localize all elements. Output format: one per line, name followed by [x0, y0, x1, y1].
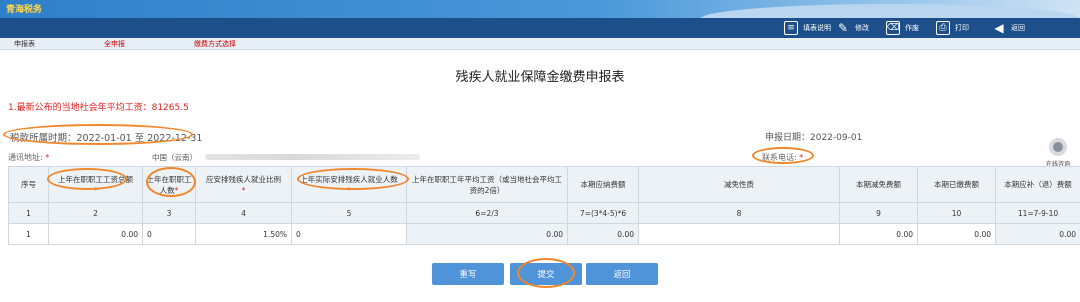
back-arrow-icon: ◀: [994, 21, 1004, 35]
print-label: 打印: [955, 24, 969, 32]
col-header-refund-amount: 本期应补（退）费额: [995, 166, 1080, 203]
site-logo: 青海税务: [6, 5, 43, 15]
row-index-cell: 1: [8, 223, 49, 245]
col-header-avg-wage: 上年在职职工年平均工资（或当地社会平均工资的2倍）: [406, 166, 568, 203]
void-document-icon: ⌫: [886, 21, 900, 35]
salary-notice: 1.最新公布的当地社会年平均工资：81265.5: [8, 103, 189, 113]
staff-count-input[interactable]: 0: [142, 223, 196, 245]
avg-wage-cell: 0.00: [406, 223, 568, 245]
phone-field[interactable]: 联系电话: *: [762, 152, 803, 163]
payable-cell: 0.00: [567, 223, 639, 245]
value-row: 1 0.00 0 1.50% 0 0.00 0.00 0.00 0.00 0.0…: [8, 223, 1080, 245]
table-cell: 9: [839, 202, 918, 224]
col-header-payable: 本期应纳费额: [567, 166, 639, 203]
document-icon: ≡: [784, 21, 798, 35]
total-wage-input[interactable]: 0.00: [48, 223, 143, 245]
col-header-reduction-amount: 本期减免费额: [839, 166, 918, 203]
back-button[interactable]: 返回: [586, 263, 658, 285]
col-header-ratio: 应安排残疾人就业比例 *: [195, 166, 292, 203]
required-mark: *: [799, 153, 804, 162]
online-service[interactable]: 在线咨询: [1043, 138, 1073, 168]
address-label: 通讯地址:: [8, 153, 43, 162]
pencil-icon: ✎: [837, 21, 849, 35]
col-header-index: 序号: [8, 166, 49, 203]
print-button[interactable]: ⎙ 打印: [936, 20, 969, 36]
ratio-input[interactable]: 1.50%: [195, 223, 292, 245]
submit-button[interactable]: 提交: [510, 263, 582, 285]
void-button[interactable]: ⌫ 作废: [886, 20, 919, 36]
headset-icon: [1049, 138, 1067, 156]
table-cell: 6=2/3: [406, 202, 568, 224]
table-cell: 3: [142, 202, 196, 224]
rewrite-button[interactable]: 重写: [432, 263, 504, 285]
table-cell: 2: [48, 202, 143, 224]
col-header-staff-count: 上年在职职工人数*: [142, 166, 196, 203]
top-banner: 青海税务: [0, 0, 1080, 18]
tab-form[interactable]: 申报表: [14, 39, 35, 49]
col-header-disabled-count: 上年实际安排残疾人就业人数 *: [291, 166, 407, 203]
required-mark: *: [45, 153, 50, 162]
refund-amount-cell: 0.00: [995, 223, 1080, 245]
toolbar: ≡ 填表说明 ✎ 修改 ⌫ 作废 ⎙ 打印 ◀ 返回: [0, 18, 1080, 38]
col-header-paid-amount: 本期已缴费额: [917, 166, 996, 203]
tab-payment-method[interactable]: 缴费方式选择: [194, 39, 236, 49]
col-header-reduction-type: 减免性质: [638, 166, 840, 203]
address-value: 中国（云南）: [152, 153, 197, 162]
table-cell: 4: [195, 202, 292, 224]
table-cell: 8: [638, 202, 840, 224]
page-title: 残疾人就业保障金缴费申报表: [455, 70, 625, 85]
declare-date: 申报日期：2022-09-01: [765, 133, 863, 143]
table-cell: 7=(3*4-5)*6: [567, 202, 639, 224]
modify-button[interactable]: ✎ 修改: [836, 20, 869, 36]
back-toolbar-button[interactable]: ◀ 返回: [992, 20, 1025, 36]
banner-decoration: [700, 4, 1080, 18]
fill-guide-button[interactable]: ≡ 填表说明: [784, 20, 831, 36]
void-label: 作废: [905, 24, 919, 32]
table-cell: 5: [291, 202, 407, 224]
reduction-amount-cell[interactable]: 0.00: [839, 223, 918, 245]
header-row: 序号 上年在职职工工资总额 * 上年在职职工人数* 应安排残疾人就业比例 * 上年实…: [8, 166, 1080, 203]
sub-navigation: 申报表 全申报 缴费方式选择: [0, 38, 1080, 50]
printer-icon: ⎙: [936, 21, 950, 35]
disabled-count-input[interactable]: 0: [291, 223, 407, 245]
declaration-table: 序号 上年在职职工工资总额 * 上年在职职工人数* 应安排残疾人就业比例 * 上年实…: [8, 166, 1080, 245]
back-toolbar-label: 返回: [1011, 24, 1025, 32]
reduction-type-select[interactable]: [638, 223, 840, 245]
table-cell: 10: [917, 202, 996, 224]
tax-period: 税款所属时期：2022-01-01 至 2022-12-31: [10, 133, 203, 144]
address-redacted: [205, 154, 420, 160]
phone-label: 联系电话:: [762, 153, 797, 162]
address-field: 通讯地址: *: [8, 152, 49, 163]
table-cell: 11=7-9-10: [995, 202, 1080, 224]
table-cell: 1: [8, 202, 49, 224]
fill-guide-label: 填表说明: [803, 24, 831, 32]
index-row: 1 2 3 4 5 6=2/3 7=(3*4-5)*6 8 9 10 11=7-…: [8, 202, 1080, 224]
modify-label: 修改: [855, 24, 869, 32]
tab-full-declare[interactable]: 全申报: [104, 39, 125, 49]
paid-amount-cell[interactable]: 0.00: [917, 223, 996, 245]
col-header-total-wage: 上年在职职工工资总额 *: [48, 166, 143, 203]
